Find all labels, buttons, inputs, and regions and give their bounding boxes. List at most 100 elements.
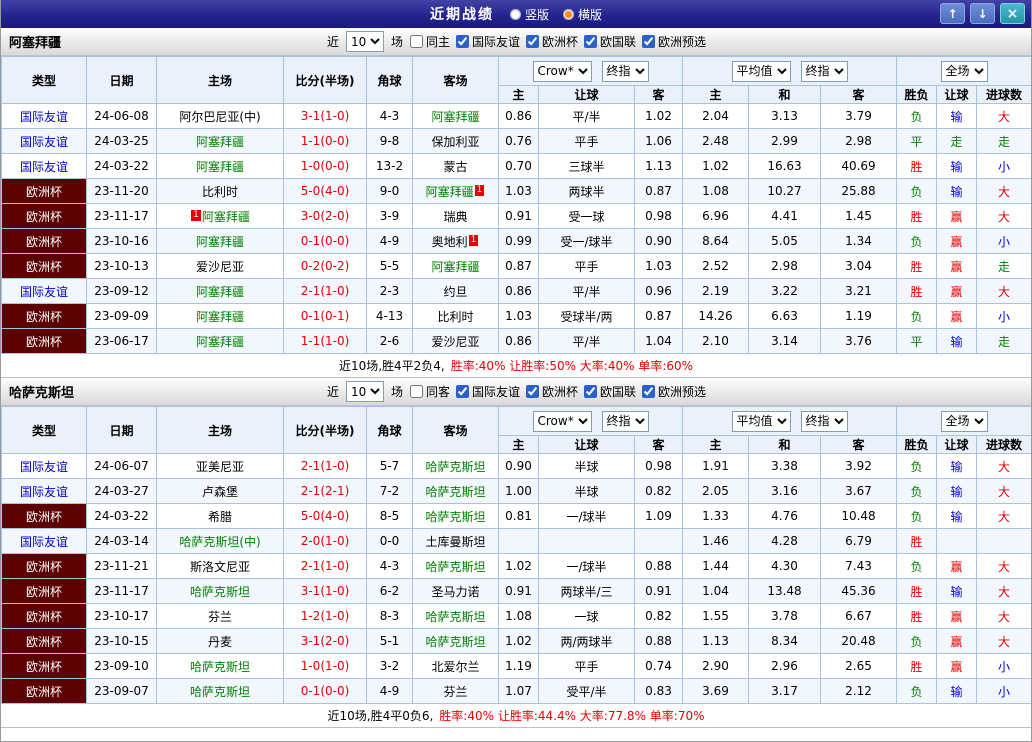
score-cell[interactable]: 0-1(0-0) bbox=[284, 229, 367, 254]
recent-prefix-label: 近 bbox=[327, 33, 339, 50]
score-cell[interactable]: 3-0(2-0) bbox=[284, 204, 367, 229]
league-checkbox-1-input[interactable] bbox=[456, 385, 469, 398]
bookmaker-select[interactable]: Crow* bbox=[533, 411, 592, 432]
team-link[interactable]: 亚美尼亚 bbox=[196, 460, 244, 474]
team-link[interactable]: 哈萨克斯坦 bbox=[190, 585, 250, 599]
team-link[interactable]: 丹麦 bbox=[208, 635, 232, 649]
team-link[interactable]: 芬兰 bbox=[208, 610, 232, 624]
league-checkbox-2-input[interactable] bbox=[526, 385, 539, 398]
score-cell[interactable]: 1-1(0-0) bbox=[284, 129, 367, 154]
score-cell[interactable]: 0-2(0-2) bbox=[284, 254, 367, 279]
league-checkbox-1[interactable]: 国际友谊 bbox=[456, 33, 520, 50]
league-checkbox-1-input[interactable] bbox=[456, 35, 469, 48]
same-venue-checkbox[interactable]: 同客 bbox=[410, 383, 450, 400]
score-cell[interactable]: 3-1(2-0) bbox=[284, 629, 367, 654]
league-checkbox-2-input[interactable] bbox=[526, 35, 539, 48]
league-checkbox-3-input[interactable] bbox=[584, 35, 597, 48]
score-cell[interactable]: 2-1(1-0) bbox=[284, 279, 367, 304]
score-cell[interactable]: 2-1(2-1) bbox=[284, 479, 367, 504]
league-checkbox-4[interactable]: 欧洲预选 bbox=[642, 383, 706, 400]
team-link[interactable]: 比利时 bbox=[437, 310, 473, 324]
score-cell[interactable]: 1-0(1-0) bbox=[284, 654, 367, 679]
team-link[interactable]: 阿塞拜疆 bbox=[196, 335, 244, 349]
team-link[interactable]: 哈萨克斯坦 bbox=[425, 510, 485, 524]
league-checkbox-1[interactable]: 国际友谊 bbox=[456, 383, 520, 400]
score-cell[interactable]: 2-1(1-0) bbox=[284, 554, 367, 579]
team-link[interactable]: 比利时 bbox=[202, 185, 238, 199]
match-scope-select[interactable]: 全场 bbox=[941, 411, 988, 432]
team-link[interactable]: 哈萨克斯坦 bbox=[425, 635, 485, 649]
team-link[interactable]: 希腊 bbox=[208, 510, 232, 524]
team-link[interactable]: 土库曼斯坦 bbox=[425, 535, 485, 549]
team-link[interactable]: 圣马力诺 bbox=[431, 585, 479, 599]
team-link[interactable]: 阿塞拜疆 bbox=[426, 185, 474, 199]
league-checkbox-4-input[interactable] bbox=[642, 35, 655, 48]
team-link[interactable]: 哈萨克斯坦 bbox=[190, 660, 250, 674]
score-cell[interactable]: 1-1(1-0) bbox=[284, 329, 367, 354]
team-link[interactable]: 阿塞拜疆 bbox=[196, 160, 244, 174]
layout-radio-2[interactable]: 横版 bbox=[563, 6, 602, 23]
league-checkbox-3[interactable]: 欧国联 bbox=[584, 383, 636, 400]
team-link[interactable]: 约旦 bbox=[443, 285, 467, 299]
goals-result: 大 bbox=[977, 604, 1032, 629]
league-checkbox-2[interactable]: 欧洲杯 bbox=[526, 383, 578, 400]
team-link[interactable]: 蒙古 bbox=[443, 160, 467, 174]
score-cell[interactable]: 5-0(4-0) bbox=[284, 504, 367, 529]
league-checkbox-3[interactable]: 欧国联 bbox=[584, 33, 636, 50]
team-link[interactable]: 奥地利 bbox=[432, 235, 468, 249]
scroll-up-button[interactable]: ↑ bbox=[940, 3, 965, 24]
same-venue-checkbox[interactable]: 同主 bbox=[410, 33, 450, 50]
recent-count-select[interactable]: 10 bbox=[346, 381, 384, 402]
score-cell[interactable]: 0-1(0-1) bbox=[284, 304, 367, 329]
team-link[interactable]: 哈萨克斯坦 bbox=[190, 685, 250, 699]
euro-away-odds: 3.04 bbox=[821, 254, 897, 279]
euro-final-index-select[interactable]: 终指 bbox=[801, 411, 848, 432]
score-cell[interactable]: 5-0(4-0) bbox=[284, 179, 367, 204]
team-link[interactable]: 哈萨克斯坦 bbox=[425, 610, 485, 624]
league-checkbox-3-input[interactable] bbox=[584, 385, 597, 398]
same-venue-checkbox-input[interactable] bbox=[410, 35, 423, 48]
team-link[interactable]: 阿塞拜疆 bbox=[196, 135, 244, 149]
score-cell[interactable]: 1-2(1-0) bbox=[284, 604, 367, 629]
recent-count-select[interactable]: 10 bbox=[346, 31, 384, 52]
league-checkbox-2[interactable]: 欧洲杯 bbox=[526, 33, 578, 50]
team-link[interactable]: 阿塞拜疆 bbox=[196, 310, 244, 324]
team-link[interactable]: 阿塞拜疆 bbox=[202, 210, 250, 224]
score-cell[interactable]: 3-1(1-0) bbox=[284, 579, 367, 604]
team-link[interactable]: 卢森堡 bbox=[202, 485, 238, 499]
bookmaker-select[interactable]: Crow* bbox=[533, 61, 592, 82]
asian-final-index-select[interactable]: 终指 bbox=[602, 411, 649, 432]
match-scope-select[interactable]: 全场 bbox=[941, 61, 988, 82]
score-cell[interactable]: 1-0(0-0) bbox=[284, 154, 367, 179]
team-link[interactable]: 阿塞拜疆 bbox=[196, 285, 244, 299]
league-checkbox-4-input[interactable] bbox=[642, 385, 655, 398]
team-link[interactable]: 哈萨克斯坦 bbox=[425, 485, 485, 499]
team-link[interactable]: 爱沙尼亚 bbox=[196, 260, 244, 274]
same-venue-checkbox-input[interactable] bbox=[410, 385, 423, 398]
close-button[interactable]: × bbox=[1000, 3, 1025, 24]
score-cell[interactable]: 0-1(0-0) bbox=[284, 679, 367, 704]
euro-final-index-select[interactable]: 终指 bbox=[801, 61, 848, 82]
league-checkbox-4[interactable]: 欧洲预选 bbox=[642, 33, 706, 50]
team-link[interactable]: 阿塞拜疆 bbox=[431, 110, 479, 124]
euro-average-select[interactable]: 平均值 bbox=[732, 61, 791, 82]
score-cell[interactable]: 2-0(1-0) bbox=[284, 529, 367, 554]
layout-radio-1[interactable]: 竖版 bbox=[510, 6, 549, 23]
team-link[interactable]: 芬兰 bbox=[443, 685, 467, 699]
team-link[interactable]: 北爱尔兰 bbox=[431, 660, 479, 674]
team-link[interactable]: 瑞典 bbox=[443, 210, 467, 224]
scroll-down-button[interactable]: ↓ bbox=[970, 3, 995, 24]
score-cell[interactable]: 2-1(1-0) bbox=[284, 454, 367, 479]
team-link[interactable]: 保加利亚 bbox=[431, 135, 479, 149]
euro-average-select[interactable]: 平均值 bbox=[732, 411, 791, 432]
team-link[interactable]: 阿尔巴尼亚(中) bbox=[179, 110, 260, 124]
team-link[interactable]: 哈萨克斯坦 bbox=[425, 560, 485, 574]
team-link[interactable]: 阿塞拜疆 bbox=[196, 235, 244, 249]
team-link[interactable]: 哈萨克斯坦(中) bbox=[179, 535, 260, 549]
team-link[interactable]: 哈萨克斯坦 bbox=[425, 460, 485, 474]
team-link[interactable]: 斯洛文尼亚 bbox=[190, 560, 250, 574]
asian-final-index-select[interactable]: 终指 bbox=[602, 61, 649, 82]
score-cell[interactable]: 3-1(1-0) bbox=[284, 104, 367, 129]
team-link[interactable]: 阿塞拜疆 bbox=[431, 260, 479, 274]
team-link[interactable]: 爱沙尼亚 bbox=[431, 335, 479, 349]
